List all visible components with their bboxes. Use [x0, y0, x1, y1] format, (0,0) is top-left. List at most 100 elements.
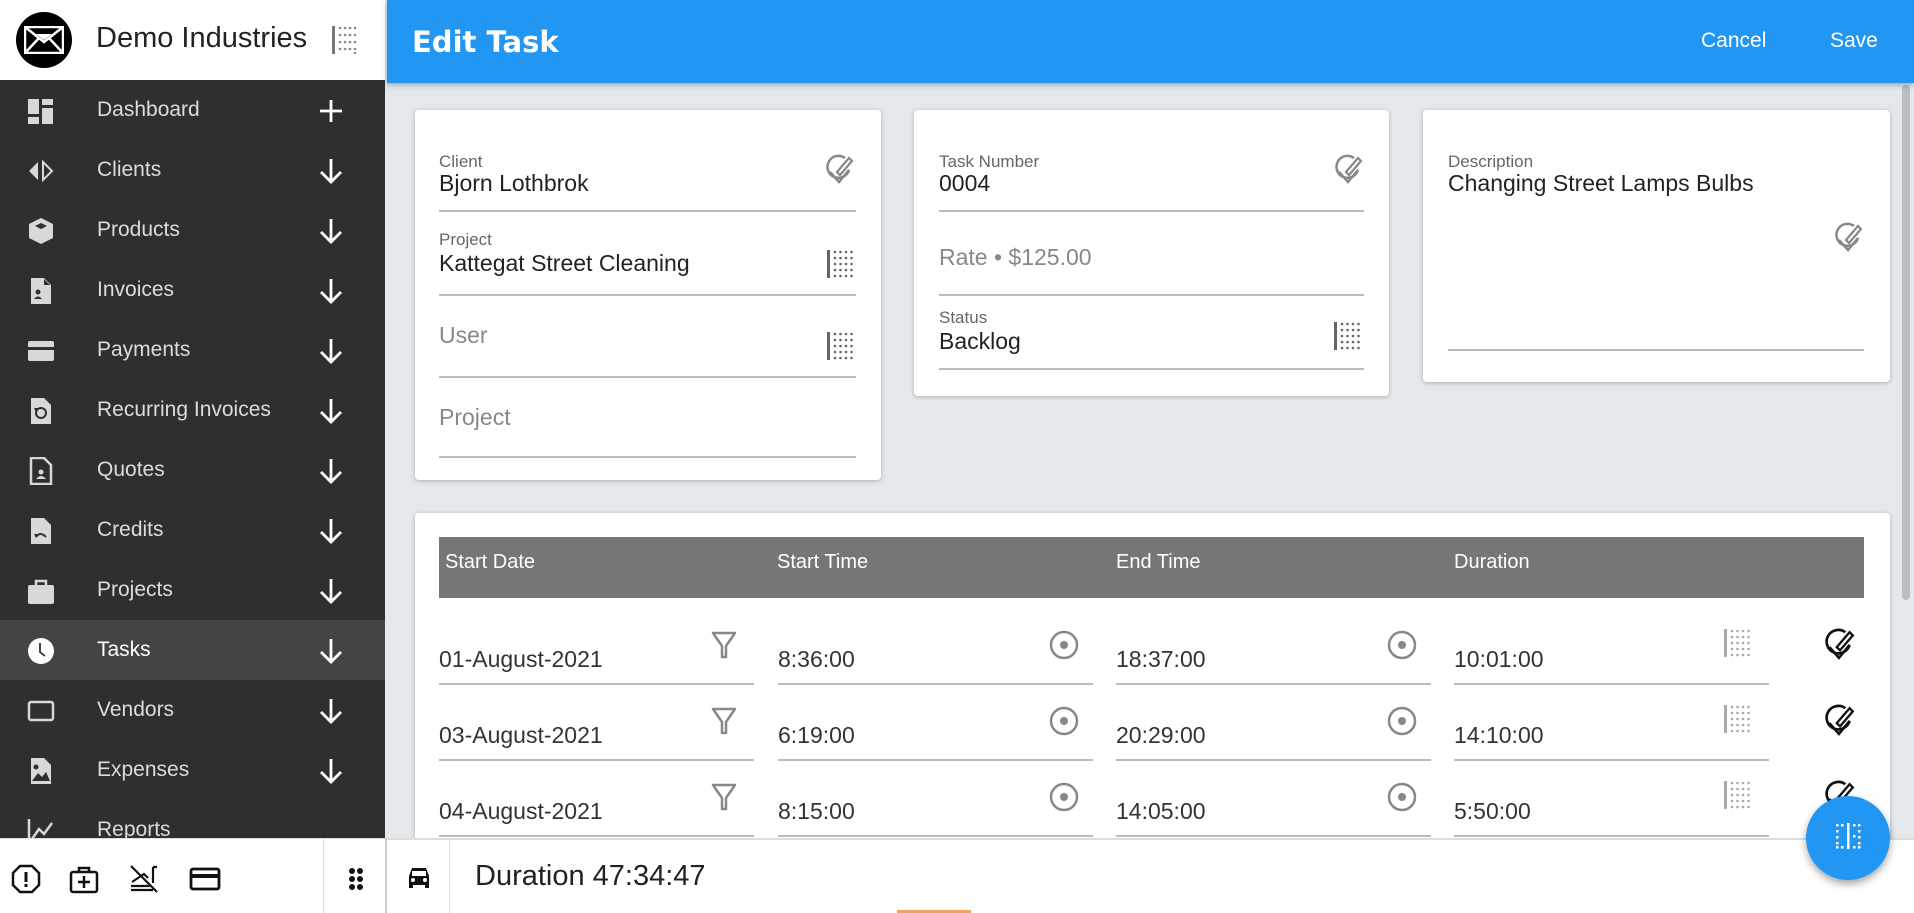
description-field[interactable]: Description Changing Street Lamps Bulbs: [1448, 150, 1864, 351]
duration-field[interactable]: 14:10:00: [1454, 685, 1769, 761]
page-title: Edit Task: [412, 25, 559, 59]
end-time-field[interactable]: 20:29:00: [1116, 685, 1431, 761]
start-date-field[interactable]: 01-August-2021: [439, 609, 754, 685]
start-time-value: 6:19:00: [778, 722, 855, 749]
edit-icon[interactable]: [1834, 222, 1864, 254]
start-date-field[interactable]: 03-August-2021: [439, 685, 754, 761]
time-picker-icon[interactable]: [1386, 781, 1416, 813]
date-picker-icon[interactable]: [709, 781, 739, 813]
sidebar-item-credits[interactable]: Credits: [0, 500, 385, 560]
description-value: Changing Street Lamps Bulbs: [1448, 170, 1754, 197]
column-header-duration[interactable]: Duration: [1454, 551, 1530, 574]
alert-octagon-icon[interactable]: [10, 863, 42, 895]
dotted-grid-icon[interactable]: [1334, 322, 1364, 354]
start-time-field[interactable]: 8:15:00: [778, 761, 1093, 837]
sidebar-item-products[interactable]: Products: [0, 200, 385, 260]
arrow-down-icon[interactable]: [316, 636, 346, 666]
user-field[interactable]: User: [439, 306, 856, 378]
sidebar-item-vendors[interactable]: Vendors: [0, 680, 385, 740]
sidebar-item-expenses[interactable]: Expenses: [0, 740, 385, 800]
time-picker-icon[interactable]: [1048, 705, 1078, 737]
arrow-down-icon[interactable]: [316, 756, 346, 786]
rate-field[interactable]: Rate • $125.00: [939, 220, 1364, 296]
company-header[interactable]: Demo Industries: [0, 0, 385, 80]
scrollbar[interactable]: [1900, 83, 1914, 838]
start-time-field[interactable]: 8:36:00: [778, 609, 1093, 685]
client-value: Bjorn Lothbrok: [439, 170, 589, 197]
divider: [323, 839, 324, 913]
chart-line-icon: [26, 817, 56, 838]
project-select-field[interactable]: Project: [439, 388, 856, 458]
arrow-down-icon[interactable]: [316, 456, 346, 486]
edit-icon[interactable]: [1334, 154, 1364, 186]
sidebar-item-projects[interactable]: Projects: [0, 560, 385, 620]
column-header-end-time[interactable]: End Time: [1116, 551, 1200, 574]
sidebar-item-payments[interactable]: Payments: [0, 320, 385, 380]
save-button[interactable]: Save: [1830, 29, 1878, 53]
no-food-icon[interactable]: [128, 863, 160, 895]
sidebar-item-quotes[interactable]: Quotes: [0, 440, 385, 500]
dotted-grid-icon[interactable]: [827, 250, 857, 282]
time-picker-icon[interactable]: [1386, 705, 1416, 737]
sidebar-item-label: Products: [97, 218, 180, 242]
project-field[interactable]: Project Kattegat Street Cleaning: [439, 228, 856, 296]
clock-icon: [26, 637, 56, 665]
toggle-panel-button[interactable]: [1806, 796, 1890, 880]
date-picker-icon[interactable]: [709, 629, 739, 661]
client-field[interactable]: Client Bjorn Lothbrok: [439, 150, 856, 212]
start-date-field[interactable]: 04-August-2021: [439, 761, 754, 837]
table-row: 04-August-2021 8:15:00 14:05:00 5:50:00: [439, 761, 1894, 837]
time-picker-icon[interactable]: [1386, 629, 1416, 661]
sidebar-item-invoices[interactable]: Invoices: [0, 260, 385, 320]
sidebar-item-tasks[interactable]: Tasks: [0, 620, 385, 680]
column-header-start-date[interactable]: Start Date: [445, 551, 535, 574]
table-row: 03-August-2021 6:19:00 20:29:00 14:10:00: [439, 685, 1894, 761]
column-header-start-time[interactable]: Start Time: [777, 551, 868, 574]
time-picker-icon[interactable]: [1048, 629, 1078, 661]
dotted-grid-icon[interactable]: [332, 26, 360, 54]
sidebar-item-recurring-invoices[interactable]: Recurring Invoices: [0, 380, 385, 440]
dotted-grid-icon[interactable]: [827, 332, 857, 364]
arrow-down-icon[interactable]: [316, 696, 346, 726]
sidebar-footer: [0, 838, 387, 913]
credit-card-icon: [26, 337, 56, 365]
arrow-down-icon[interactable]: [316, 396, 346, 426]
edit-row-icon[interactable]: [1824, 627, 1856, 663]
edit-row-icon[interactable]: [1824, 703, 1856, 739]
sidebar-item-reports[interactable]: Reports: [0, 800, 385, 838]
recurring-file-icon: [26, 397, 56, 425]
edit-icon[interactable]: [825, 154, 855, 186]
table-row: 01-August-2021 8:36:00 18:37:00 10:01:00: [439, 609, 1894, 685]
duration-value: 14:10:00: [1454, 722, 1544, 749]
arrow-down-icon[interactable]: [316, 516, 346, 546]
arrow-down-icon[interactable]: [316, 576, 346, 606]
expense-image-icon: [26, 757, 56, 785]
start-time-field[interactable]: 6:19:00: [778, 685, 1093, 761]
duration-field[interactable]: 5:50:00: [1454, 761, 1769, 837]
end-time-field[interactable]: 14:05:00: [1116, 761, 1431, 837]
dotted-grid-icon[interactable]: [1724, 705, 1754, 737]
dotted-grid-icon[interactable]: [1724, 781, 1754, 813]
start-time-value: 8:36:00: [778, 646, 855, 673]
task-number-field[interactable]: Task Number 0004: [939, 150, 1364, 212]
sidebar-item-dashboard[interactable]: Dashboard: [0, 80, 385, 140]
arrow-down-icon[interactable]: [316, 156, 346, 186]
client-label: Client: [439, 152, 482, 172]
car-icon[interactable]: [403, 862, 435, 894]
duration-field[interactable]: 10:01:00: [1454, 609, 1769, 685]
sidebar-item-clients[interactable]: Clients: [0, 140, 385, 200]
arrow-down-icon[interactable]: [316, 216, 346, 246]
time-picker-icon[interactable]: [1048, 781, 1078, 813]
scrollbar-thumb[interactable]: [1902, 85, 1910, 600]
date-picker-icon[interactable]: [709, 705, 739, 737]
cancel-button[interactable]: Cancel: [1701, 29, 1766, 53]
arrow-down-icon[interactable]: [316, 276, 346, 306]
status-field[interactable]: Status Backlog: [939, 306, 1364, 370]
dotted-grid-icon[interactable]: [1724, 629, 1754, 661]
arrow-down-icon[interactable]: [316, 336, 346, 366]
plus-icon[interactable]: [316, 96, 346, 126]
drag-dots-icon[interactable]: [340, 863, 372, 895]
end-time-field[interactable]: 18:37:00: [1116, 609, 1431, 685]
medical-bag-icon[interactable]: [68, 863, 100, 895]
credit-card-icon[interactable]: [189, 863, 221, 895]
